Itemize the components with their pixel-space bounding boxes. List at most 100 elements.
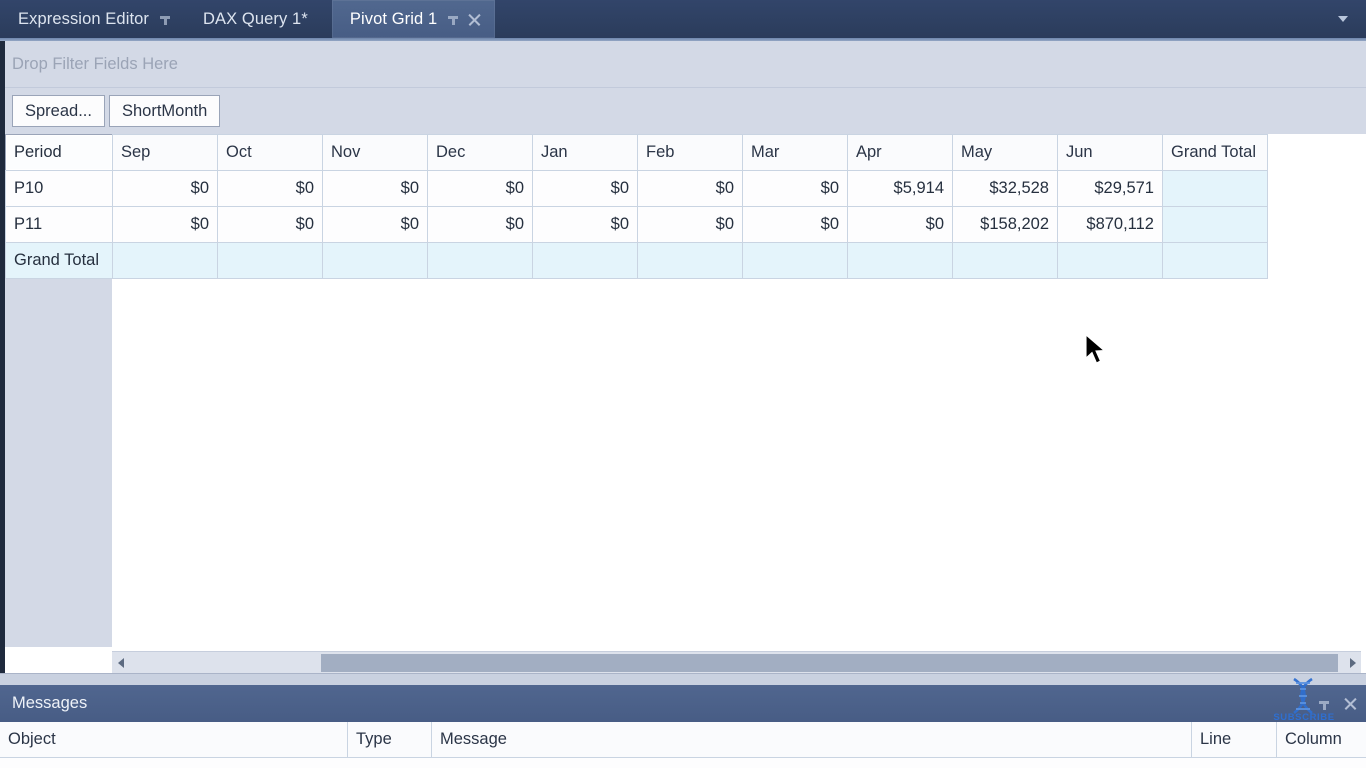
cell-p11-grand-total[interactable] xyxy=(1162,206,1268,243)
cell-grand-total-nov[interactable] xyxy=(322,242,428,279)
messages-panel-tools xyxy=(1318,685,1357,722)
scrollbar-track[interactable] xyxy=(129,653,1344,673)
messages-column-header-line[interactable]: Line xyxy=(1192,722,1277,757)
cell-p11-feb[interactable]: $0 xyxy=(637,206,743,243)
column-header-grand-total[interactable]: Grand Total xyxy=(1162,134,1268,171)
pivot-header-row: Period Sep Oct Nov Dec Jan Feb Mar Apr M… xyxy=(5,134,1268,171)
cell-p11-oct[interactable]: $0 xyxy=(217,206,323,243)
cell-p11-apr[interactable]: $0 xyxy=(847,206,953,243)
cell-p10-grand-total[interactable] xyxy=(1162,170,1268,207)
pivot-table-body: P10 $0 $0 $0 $0 $0 $0 $0 $5,914 $32,528 … xyxy=(5,170,1268,279)
cell-p10-jun[interactable]: $29,571 xyxy=(1057,170,1163,207)
field-button-label: ShortMonth xyxy=(121,101,208,120)
pivot-table: Period Sep Oct Nov Dec Jan Feb Mar Apr M… xyxy=(5,134,1268,279)
tab-label: Pivot Grid 1 xyxy=(349,9,438,28)
column-header-jun[interactable]: Jun xyxy=(1057,134,1163,171)
column-header-nov[interactable]: Nov xyxy=(322,134,428,171)
panel-splitter[interactable] xyxy=(0,673,1366,685)
column-header-jan[interactable]: Jan xyxy=(532,134,638,171)
cell-grand-total-dec[interactable] xyxy=(427,242,533,279)
table-row-grand-total[interactable]: Grand Total xyxy=(5,242,1268,279)
tab-overflow-button[interactable] xyxy=(1330,0,1356,38)
cell-grand-total-sep[interactable] xyxy=(112,242,218,279)
column-field-area[interactable]: Spread... ShortMonth xyxy=(5,88,1366,134)
messages-column-header-message[interactable]: Message xyxy=(432,722,1192,757)
filter-drop-placeholder: Drop Filter Fields Here xyxy=(12,54,178,73)
table-row[interactable]: P10 $0 $0 $0 $0 $0 $0 $0 $5,914 $32,528 … xyxy=(5,170,1268,207)
cell-p11-jan[interactable]: $0 xyxy=(532,206,638,243)
column-header-may[interactable]: May xyxy=(952,134,1058,171)
messages-list-empty xyxy=(0,758,1366,768)
cell-p10-sep[interactable]: $0 xyxy=(112,170,218,207)
row-field-button-period[interactable]: Period xyxy=(5,134,113,171)
pin-icon[interactable] xyxy=(1318,698,1330,710)
cell-p11-mar[interactable]: $0 xyxy=(742,206,848,243)
pivot-grid[interactable]: Period Sep Oct Nov Dec Jan Feb Mar Apr M… xyxy=(5,134,1366,647)
scroll-right-button[interactable] xyxy=(1344,653,1361,673)
field-button-spread[interactable]: Spread... xyxy=(12,95,105,127)
field-button-shortmonth[interactable]: ShortMonth xyxy=(108,95,221,127)
tab-dax-query-1[interactable]: DAX Query 1* xyxy=(185,0,332,38)
document-tab-bar: Expression Editor DAX Query 1* Pivot Gri… xyxy=(0,0,1366,38)
cell-grand-total-mar[interactable] xyxy=(742,242,848,279)
messages-column-header-type[interactable]: Type xyxy=(348,722,432,757)
cell-grand-total-apr[interactable] xyxy=(847,242,953,279)
cell-p11-may[interactable]: $158,202 xyxy=(952,206,1058,243)
messages-panel-title: Messages xyxy=(12,694,88,712)
messages-header-row: Object Type Message Line Column xyxy=(0,722,1366,758)
triangle-right-icon xyxy=(1349,657,1356,668)
scrollbar-thumb[interactable] xyxy=(321,653,1338,672)
cell-p11-sep[interactable]: $0 xyxy=(112,206,218,243)
cell-p11-jun[interactable]: $870,112 xyxy=(1057,206,1163,243)
cell-grand-total-grand-total[interactable] xyxy=(1162,242,1268,279)
cell-p10-apr[interactable]: $5,914 xyxy=(847,170,953,207)
messages-table: Object Type Message Line Column xyxy=(0,722,1366,768)
cell-p10-dec[interactable]: $0 xyxy=(427,170,533,207)
pin-icon[interactable] xyxy=(159,13,171,25)
field-button-label: Spread... xyxy=(25,101,92,120)
cell-p10-jan[interactable]: $0 xyxy=(532,170,638,207)
triangle-left-icon xyxy=(117,657,124,668)
tab-pivot-grid-1[interactable]: Pivot Grid 1 xyxy=(331,0,496,38)
scroll-left-button[interactable] xyxy=(112,653,129,673)
close-icon[interactable] xyxy=(1344,697,1357,710)
tab-icon-group xyxy=(447,13,481,26)
pin-icon[interactable] xyxy=(447,13,459,25)
cell-p10-may[interactable]: $32,528 xyxy=(952,170,1058,207)
cell-grand-total-oct[interactable] xyxy=(217,242,323,279)
filter-drop-area[interactable]: Drop Filter Fields Here xyxy=(5,41,1366,88)
row-header-grand-total[interactable]: Grand Total xyxy=(5,242,113,279)
cell-p11-dec[interactable]: $0 xyxy=(427,206,533,243)
column-header-mar[interactable]: Mar xyxy=(742,134,848,171)
column-header-apr[interactable]: Apr xyxy=(847,134,953,171)
cell-p10-mar[interactable]: $0 xyxy=(742,170,848,207)
close-icon[interactable] xyxy=(468,13,481,26)
column-header-feb[interactable]: Feb xyxy=(637,134,743,171)
table-row[interactable]: P11 $0 $0 $0 $0 $0 $0 $0 $0 $158,202 $87… xyxy=(5,206,1268,243)
tab-label: DAX Query 1* xyxy=(203,9,308,28)
cell-grand-total-jan[interactable] xyxy=(532,242,638,279)
cell-p10-feb[interactable]: $0 xyxy=(637,170,743,207)
tab-icon-group xyxy=(159,13,171,25)
application-window: Expression Editor DAX Query 1* Pivot Gri… xyxy=(0,0,1366,768)
horizontal-scrollbar[interactable] xyxy=(112,651,1361,673)
tab-label: Expression Editor xyxy=(18,9,150,28)
messages-column-header-column[interactable]: Column xyxy=(1277,722,1366,757)
tab-expression-editor[interactable]: Expression Editor xyxy=(0,0,185,38)
column-header-oct[interactable]: Oct xyxy=(217,134,323,171)
row-header-p10[interactable]: P10 xyxy=(5,170,113,207)
cell-p11-nov[interactable]: $0 xyxy=(322,206,428,243)
messages-column-header-object[interactable]: Object xyxy=(0,722,348,757)
row-header-p11[interactable]: P11 xyxy=(5,206,113,243)
chevron-down-icon xyxy=(1338,16,1348,22)
column-header-sep[interactable]: Sep xyxy=(112,134,218,171)
cell-grand-total-jun[interactable] xyxy=(1057,242,1163,279)
cell-grand-total-may[interactable] xyxy=(952,242,1058,279)
column-header-dec[interactable]: Dec xyxy=(427,134,533,171)
tab-strip: Expression Editor DAX Query 1* Pivot Gri… xyxy=(0,0,1366,38)
cell-p10-oct[interactable]: $0 xyxy=(217,170,323,207)
cell-p10-nov[interactable]: $0 xyxy=(322,170,428,207)
pivot-table-head: Period Sep Oct Nov Dec Jan Feb Mar Apr M… xyxy=(5,134,1268,171)
messages-panel-header: Messages xyxy=(0,685,1366,722)
cell-grand-total-feb[interactable] xyxy=(637,242,743,279)
